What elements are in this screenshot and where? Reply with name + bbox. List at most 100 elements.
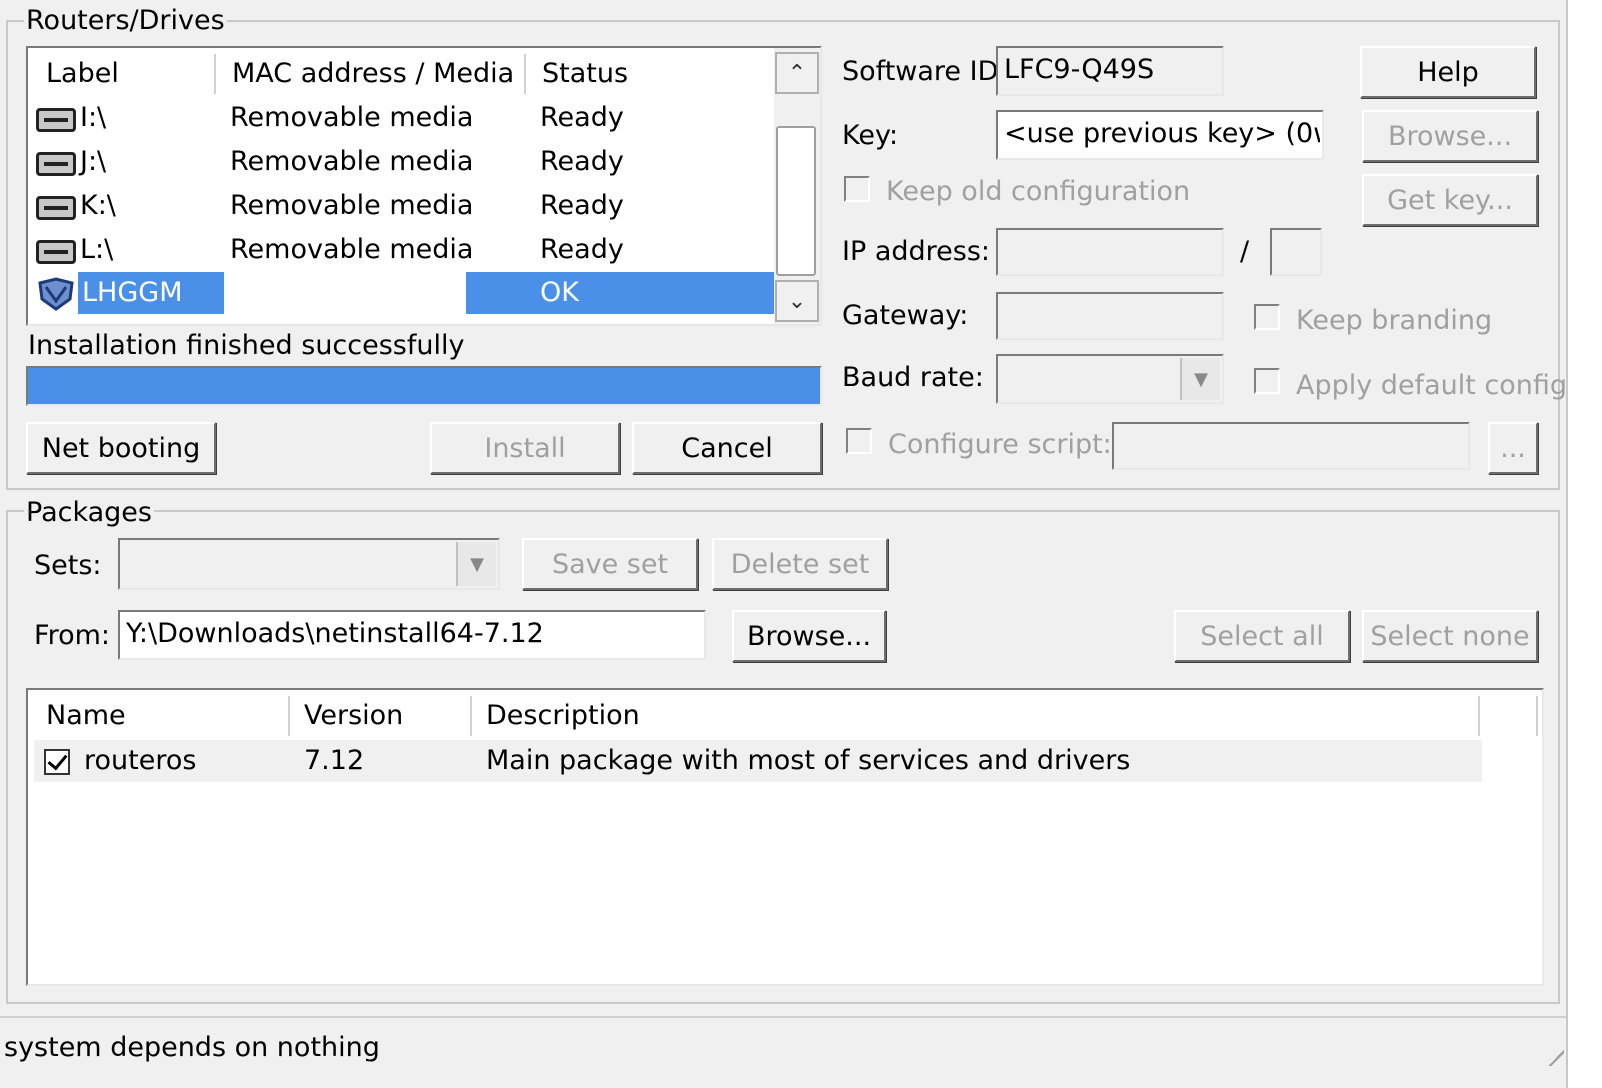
progress-label: Installation finished successfully xyxy=(28,330,465,361)
apply-default-config-label: Apply default config xyxy=(1296,370,1568,401)
list-item[interactable]: J:\ Removable media Ready xyxy=(28,142,774,186)
row-media: Removable media xyxy=(230,234,474,265)
list-item[interactable]: I:\ Removable media Ready xyxy=(28,98,774,142)
status-bar: system depends on nothing xyxy=(0,1016,1568,1088)
save-set-button[interactable]: Save set xyxy=(522,538,698,590)
column-header-name[interactable]: Name xyxy=(46,696,126,736)
from-path-field[interactable]: Y:\Downloads\netinstall64-7.12 xyxy=(118,610,706,660)
package-version: 7.12 xyxy=(304,745,365,776)
progress-bar xyxy=(26,366,822,406)
baud-rate-select[interactable]: ▼ xyxy=(996,354,1224,404)
select-none-button[interactable]: Select none xyxy=(1362,610,1538,662)
baud-rate-label: Baud rate: xyxy=(842,362,984,393)
help-button[interactable]: Help xyxy=(1360,46,1536,98)
row-label: L:\ xyxy=(80,234,114,265)
delete-set-button[interactable]: Delete set xyxy=(712,538,888,590)
package-name: routeros xyxy=(84,745,197,776)
cancel-button[interactable]: Cancel xyxy=(632,422,822,474)
net-booting-button[interactable]: Net booting xyxy=(26,422,216,474)
column-divider xyxy=(1536,696,1538,736)
column-header-label[interactable]: Label xyxy=(46,54,119,94)
packages-list[interactable]: Name Version Description routeros 7.12 M… xyxy=(26,688,1544,986)
keep-old-config-checkbox[interactable] xyxy=(844,176,870,202)
column-divider[interactable] xyxy=(288,696,290,736)
column-divider[interactable] xyxy=(524,54,526,94)
drive-icon xyxy=(36,152,76,176)
software-id-value: LFC9-Q49S xyxy=(1004,54,1155,85)
row-status: Ready xyxy=(540,190,624,221)
scroll-up-button[interactable]: ⌃ xyxy=(775,52,819,94)
key-field[interactable]: <use previous key> (0wl1' xyxy=(996,110,1324,160)
ip-slash: / xyxy=(1240,236,1250,267)
chevron-up-icon: ⌃ xyxy=(787,60,807,86)
software-id-field[interactable]: LFC9-Q49S xyxy=(996,46,1224,96)
row-media: Removable media xyxy=(230,190,474,221)
window-edge xyxy=(1566,0,1602,1088)
resize-grip-icon[interactable] xyxy=(1548,1050,1564,1066)
from-label: From: xyxy=(34,620,110,651)
package-checkbox[interactable] xyxy=(44,749,70,775)
column-divider[interactable] xyxy=(470,696,472,736)
ip-address-field[interactable] xyxy=(996,228,1224,276)
apply-default-config-checkbox[interactable] xyxy=(1254,368,1280,394)
scroll-down-button[interactable]: ⌄ xyxy=(775,280,819,322)
column-header-mac[interactable]: MAC address / Media xyxy=(232,54,514,94)
configure-script-label: Configure script: xyxy=(888,429,1112,460)
chevron-down-icon: ⌄ xyxy=(787,288,807,314)
key-value: <use previous key> (0wl1' xyxy=(1004,118,1320,149)
sets-label: Sets: xyxy=(34,550,102,581)
router-icon xyxy=(38,277,74,311)
select-all-button[interactable]: Select all xyxy=(1174,610,1350,662)
vertical-scrollbar[interactable]: ⌃ ⌄ xyxy=(774,48,820,324)
key-label: Key: xyxy=(842,120,899,151)
from-path-value: Y:\Downloads\netinstall64-7.12 xyxy=(126,618,544,649)
selection-highlight xyxy=(466,272,774,314)
routers-drives-title: Routers/Drives xyxy=(24,5,227,36)
row-status: OK xyxy=(540,277,579,308)
drive-icon xyxy=(36,108,76,132)
row-status: Ready xyxy=(540,234,624,265)
package-description: Main package with most of services and d… xyxy=(486,745,1131,776)
column-header-status[interactable]: Status xyxy=(542,54,628,94)
row-label: J:\ xyxy=(80,146,107,177)
list-item[interactable]: L:\ Removable media Ready xyxy=(28,230,774,274)
router-list[interactable]: Label MAC address / Media Status I:\ Rem… xyxy=(26,46,822,326)
drive-icon xyxy=(36,196,76,220)
configure-script-field[interactable] xyxy=(1112,422,1470,470)
column-header-description[interactable]: Description xyxy=(486,696,640,736)
dropdown-arrow-icon[interactable]: ▼ xyxy=(456,542,496,586)
list-item-selected[interactable]: LHGGM OK xyxy=(28,272,774,316)
column-divider[interactable] xyxy=(214,54,216,94)
column-header-version[interactable]: Version xyxy=(304,696,403,736)
install-button[interactable]: Install xyxy=(430,422,620,474)
software-id-label: Software ID: xyxy=(842,56,1008,87)
row-media: Removable media xyxy=(230,102,474,133)
gateway-label: Gateway: xyxy=(842,300,969,331)
status-text: system depends on nothing xyxy=(4,1032,380,1063)
keep-old-config-label: Keep old configuration xyxy=(886,176,1191,207)
drive-icon xyxy=(36,240,76,264)
gateway-field[interactable] xyxy=(996,292,1224,340)
packages-title: Packages xyxy=(24,497,154,528)
row-label: I:\ xyxy=(80,102,107,133)
ip-prefix-field[interactable] xyxy=(1270,228,1322,276)
ip-address-label: IP address: xyxy=(842,236,990,267)
row-label: LHGGM xyxy=(82,277,183,308)
keep-branding-label: Keep branding xyxy=(1296,305,1493,336)
table-row[interactable]: routeros 7.12 Main package with most of … xyxy=(34,740,1482,782)
progress-fill xyxy=(28,368,820,404)
row-media: Removable media xyxy=(230,146,474,177)
browse-key-button[interactable]: Browse... xyxy=(1362,110,1538,162)
configure-script-checkbox[interactable] xyxy=(846,428,872,454)
get-key-button[interactable]: Get key... xyxy=(1362,174,1538,226)
keep-branding-checkbox[interactable] xyxy=(1254,304,1280,330)
column-divider[interactable] xyxy=(1478,696,1480,736)
scroll-thumb[interactable] xyxy=(776,126,816,276)
row-label: K:\ xyxy=(80,190,116,221)
dropdown-arrow-icon[interactable]: ▼ xyxy=(1180,358,1220,400)
row-status: Ready xyxy=(540,102,624,133)
browse-path-button[interactable]: Browse... xyxy=(732,610,886,662)
sets-select[interactable]: ▼ xyxy=(118,538,500,590)
list-item[interactable]: K:\ Removable media Ready xyxy=(28,186,774,230)
configure-script-browse-button[interactable]: ... xyxy=(1488,422,1538,474)
